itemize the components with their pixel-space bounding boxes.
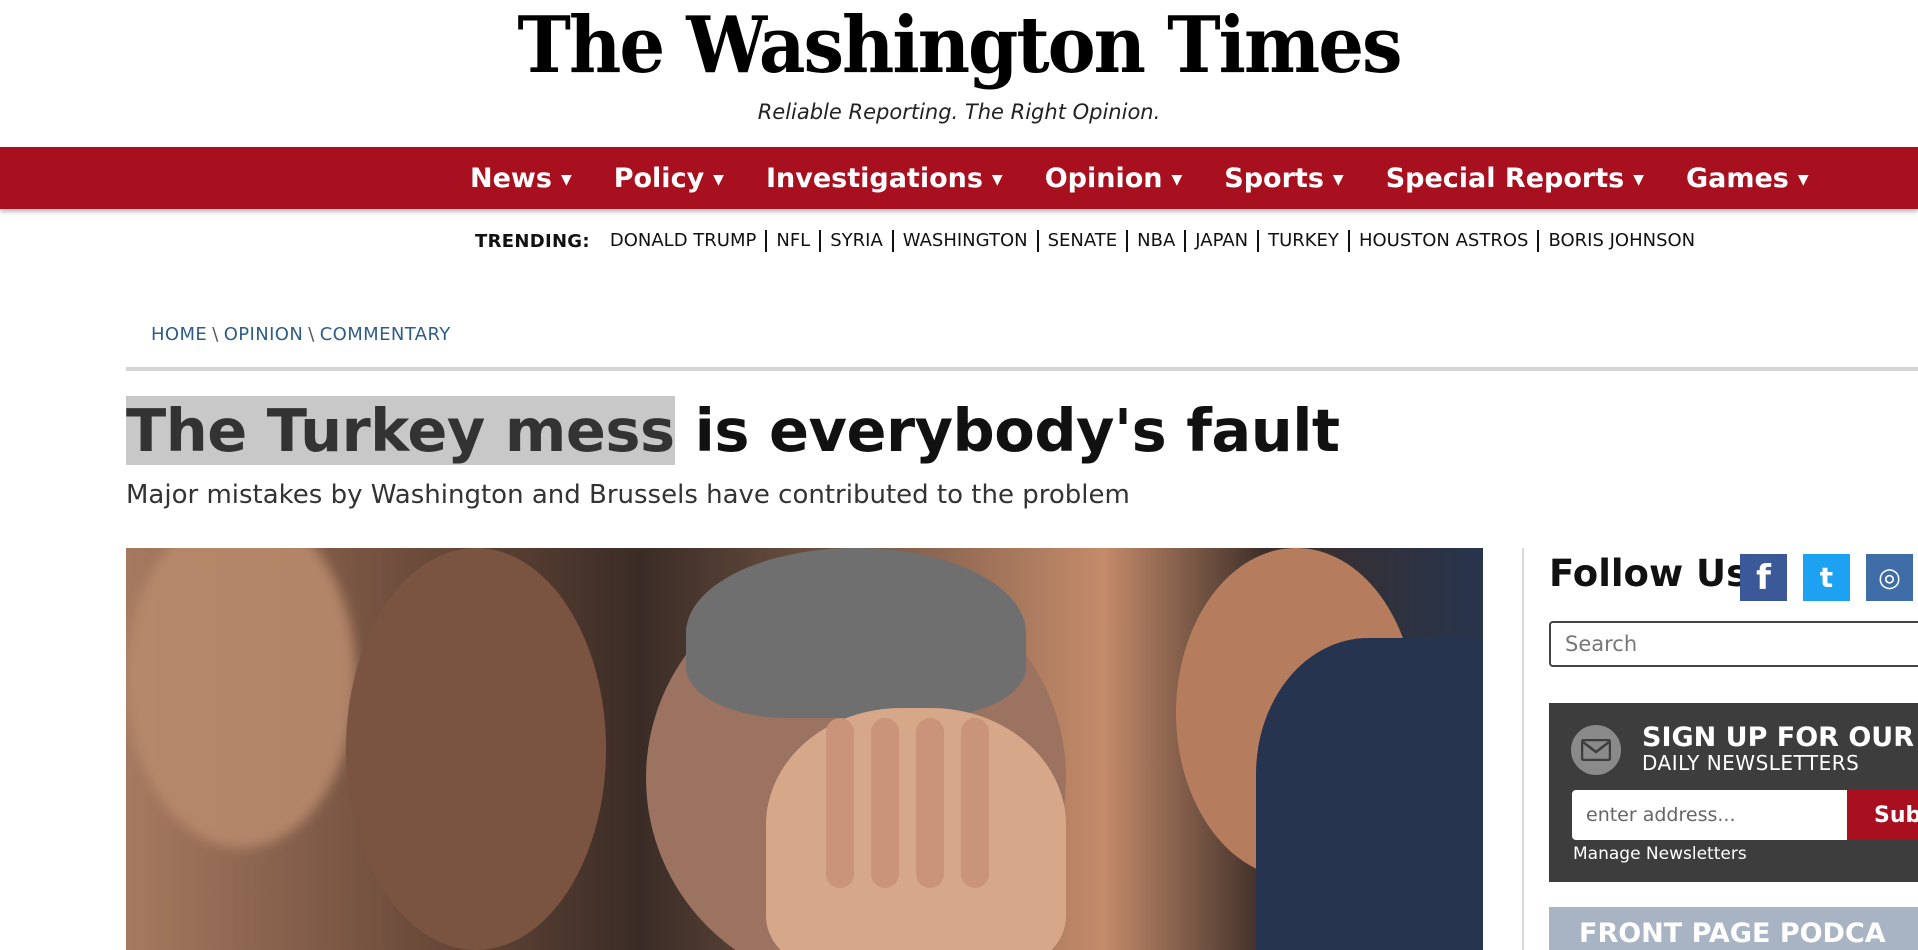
breadcrumb-opinion[interactable]: OPINION [224, 324, 304, 345]
twitter-icon[interactable]: t [1803, 554, 1850, 601]
newsletter-subtitle: DAILY NEWSLETTERS [1642, 751, 1860, 775]
envelope-icon [1571, 725, 1621, 775]
newsletter-submit-button[interactable]: Subm [1847, 790, 1918, 840]
primary-nav-items: News ▼ Policy ▼ Investigations ▼ Opinion ▼ S… [470, 147, 1851, 209]
podcast-title: FRONT PAGE PODCA [1579, 918, 1886, 949]
front-page-podcast-banner[interactable]: FRONT PAGE PODCA [1549, 907, 1918, 950]
breadcrumb: HOME \ OPINION \ COMMENTARY [151, 324, 451, 345]
breadcrumb-separator: \ [212, 324, 219, 345]
nav-item-label: Sports [1224, 162, 1324, 194]
sidebar-divider [1522, 548, 1524, 950]
trending-link[interactable]: BORIS JOHNSON [1537, 230, 1704, 252]
hero-image-region [916, 718, 944, 888]
headline-selected-text: The Turkey mess [126, 396, 675, 465]
breadcrumb-divider [126, 367, 1918, 371]
article-headline: The Turkey mess is everybody's fault [126, 393, 1340, 469]
newsletter-title: SIGN UP FOR OUR [1642, 722, 1915, 753]
caret-down-icon: ▼ [1171, 172, 1183, 188]
article-hero-image[interactable] [126, 548, 1483, 950]
nav-item-policy[interactable]: Policy ▼ [614, 163, 724, 194]
breadcrumb-home[interactable]: HOME [151, 324, 207, 345]
primary-nav: News ▼ Policy ▼ Investigations ▼ Opinion ▼ S… [0, 147, 1918, 209]
caret-down-icon: ▼ [1332, 172, 1344, 188]
trending-link[interactable]: DONALD TRUMP [610, 230, 765, 252]
hero-image-region [686, 548, 1026, 718]
trending-bar: TRENDING: DONALD TRUMP NFL SYRIA WASHING… [475, 229, 1704, 253]
nav-item-games[interactable]: Games ▼ [1686, 163, 1809, 194]
facebook-icon[interactable]: f [1740, 554, 1787, 601]
masthead: The Washington Times Reliable Reporting.… [0, 0, 1918, 147]
hero-image-region [871, 718, 899, 888]
nav-item-investigations[interactable]: Investigations ▼ [766, 163, 1003, 194]
hero-image-region [826, 718, 854, 888]
breadcrumb-commentary[interactable]: COMMENTARY [320, 324, 451, 345]
search-input[interactable] [1549, 621, 1918, 667]
nav-item-sports[interactable]: Sports ▼ [1224, 163, 1343, 194]
caret-down-icon: ▼ [560, 172, 572, 188]
headline-text: is everybody's fault [674, 396, 1341, 465]
trending-link[interactable]: JAPAN [1184, 230, 1257, 252]
article-subheadline: Major mistakes by Washington and Brussel… [126, 480, 1130, 510]
caret-down-icon: ▼ [713, 172, 724, 188]
instagram-icon[interactable]: ◎ [1866, 554, 1913, 601]
trending-link[interactable]: SENATE [1036, 230, 1127, 252]
nav-item-label: Special Reports [1385, 162, 1625, 194]
nav-item-news[interactable]: News ▼ [470, 163, 572, 194]
trending-link[interactable]: NFL [765, 230, 819, 252]
hero-image-region [1256, 638, 1483, 950]
trending-link[interactable]: SYRIA [819, 230, 892, 252]
nav-item-special-reports[interactable]: Special Reports ▼ [1386, 163, 1644, 194]
trending-link[interactable]: HOUSTON ASTROS [1347, 230, 1538, 252]
hero-image-region [961, 718, 989, 888]
site-logo[interactable]: The Washington Times [0, 0, 1918, 90]
nav-item-label: Games [1685, 162, 1789, 194]
trending-link[interactable]: WASHINGTON [891, 230, 1037, 252]
caret-down-icon: ▼ [1633, 172, 1644, 188]
hero-image-region [346, 548, 606, 950]
newsletter-email-field[interactable] [1572, 790, 1847, 840]
nav-item-label: Opinion [1044, 162, 1163, 194]
nav-item-label: Policy [613, 162, 705, 194]
breadcrumb-separator: \ [308, 324, 315, 345]
follow-us-title: Follow Us [1549, 552, 1749, 595]
hero-image-region [126, 548, 356, 848]
nav-item-label: News [470, 162, 552, 194]
site-tagline: Reliable Reporting. The Right Opinion. [757, 100, 1161, 124]
nav-item-opinion[interactable]: Opinion ▼ [1045, 163, 1183, 194]
trending-link[interactable]: TURKEY [1257, 230, 1348, 252]
trending-link[interactable]: NBA [1126, 230, 1184, 252]
manage-newsletters-link[interactable]: Manage Newsletters [1573, 844, 1747, 864]
trending-label: TRENDING: [475, 230, 590, 252]
caret-down-icon: ▼ [1797, 172, 1809, 188]
caret-down-icon: ▼ [991, 172, 1003, 188]
newsletter-signup: SIGN UP FOR OUR DAILY NEWSLETTERS Subm M… [1549, 703, 1918, 882]
nav-item-label: Investigations [765, 162, 983, 194]
